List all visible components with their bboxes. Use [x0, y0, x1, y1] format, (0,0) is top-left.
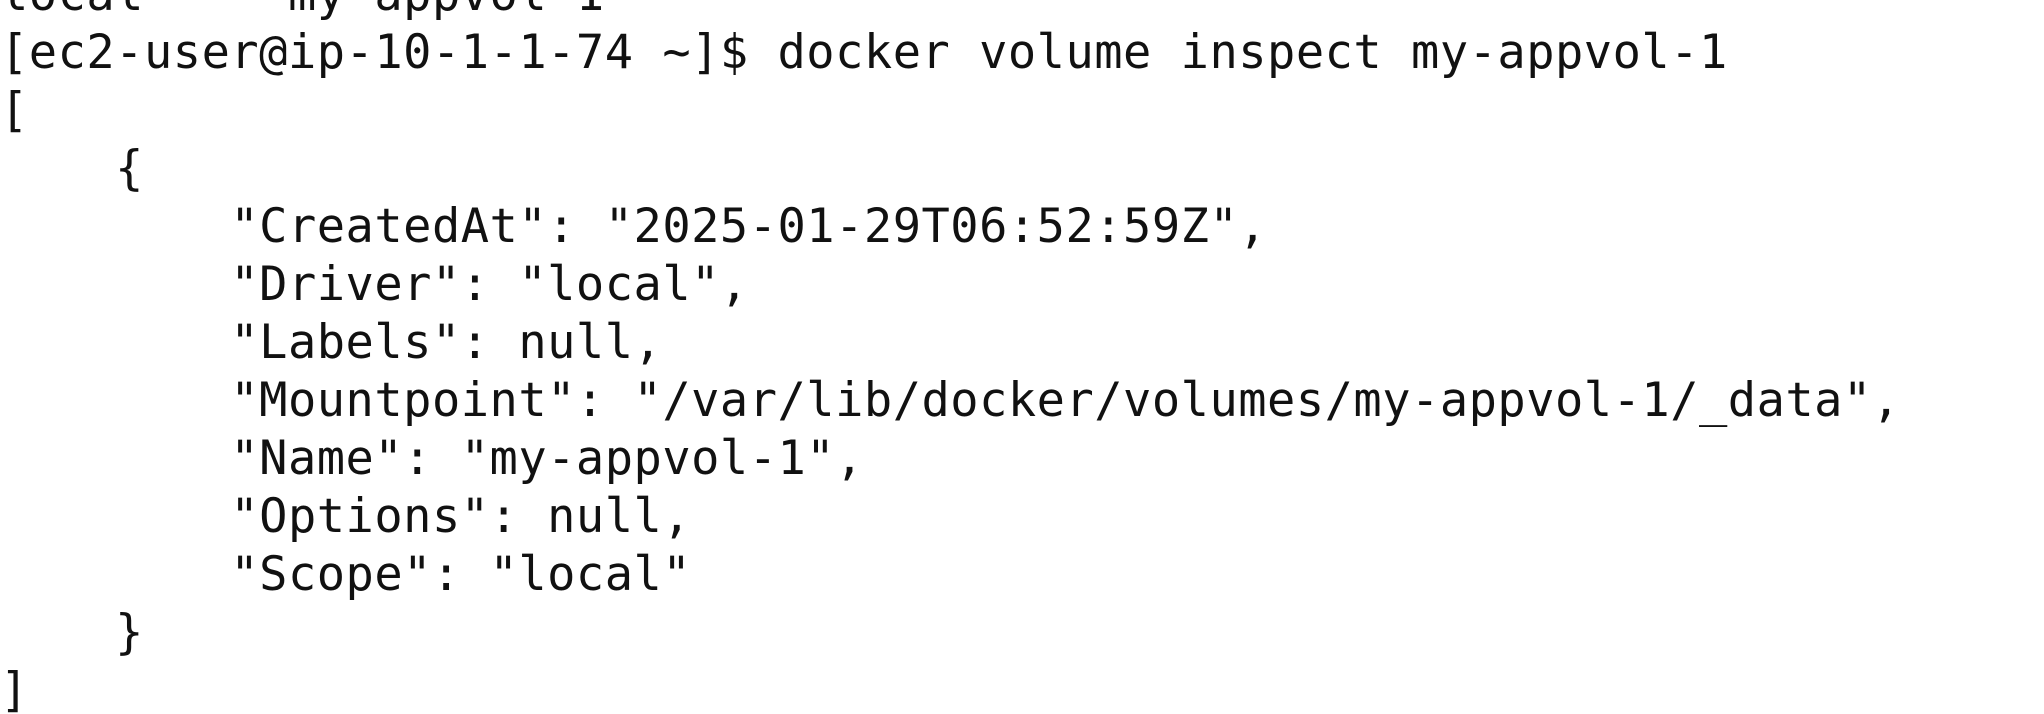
terminal-output-line: "Labels": null,	[0, 315, 663, 370]
terminal-output-line: "CreatedAt": "2025-01-29T06:52:59Z",	[0, 199, 1268, 254]
terminal-window[interactable]: local my-appvol-1 [ec2-user@ip-10-1-1-74…	[0, 0, 2044, 714]
terminal-output-line: "Driver": "local",	[0, 257, 749, 312]
terminal-output-line: "Name": "my-appvol-1",	[0, 431, 864, 486]
terminal-output-line: {	[0, 141, 144, 196]
terminal-output-line: "Scope": "local"	[0, 547, 692, 602]
terminal-command-line: [ec2-user@ip-10-1-1-74 ~]$ docker volume…	[0, 25, 1728, 80]
terminal-output-line: "Mountpoint": "/var/lib/docker/volumes/m…	[0, 373, 1901, 428]
terminal-output-line: }	[0, 605, 144, 660]
terminal-output-line: "Options": null,	[0, 489, 692, 544]
terminal-output-line: local my-appvol-1	[0, 0, 605, 24]
terminal-output-line: ]	[0, 663, 29, 714]
terminal-output-line: [	[0, 83, 29, 138]
